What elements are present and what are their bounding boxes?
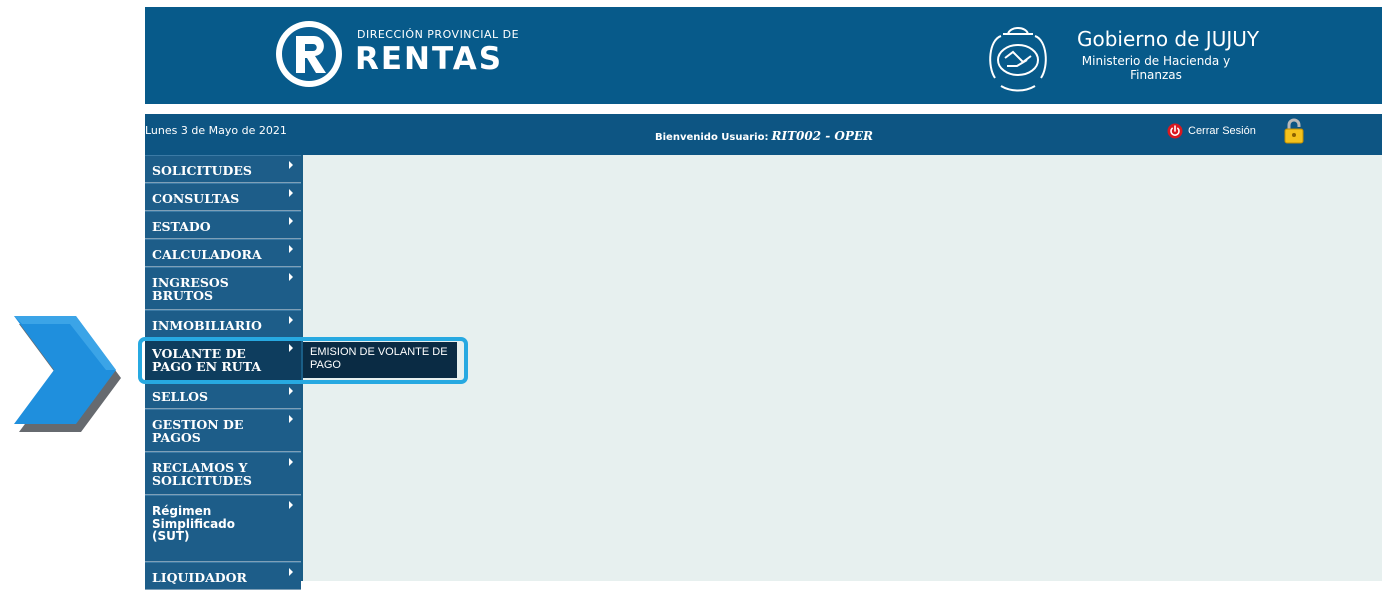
menu-item-reclamos-y-solicitudes[interactable]: RECLAMOS Y SOLICITUDES bbox=[145, 452, 301, 495]
submenu-arrow-icon bbox=[289, 415, 293, 423]
submenu-arrow-icon bbox=[289, 387, 293, 395]
menu-item-label: INGRESOS BRUTOS bbox=[152, 275, 229, 303]
menu-item-label: CONSULTAS bbox=[152, 191, 240, 206]
menu-item-label: SELLOS bbox=[152, 389, 209, 404]
welcome-label: Bienvenido Usuario: bbox=[655, 132, 769, 143]
submenu-arrow-icon bbox=[289, 316, 293, 324]
submenu-arrow-icon bbox=[289, 161, 293, 169]
submenu-arrow-icon bbox=[289, 568, 293, 576]
menu-item-label: GESTION DE PAGOS bbox=[152, 417, 244, 445]
rentas-title: RENTAS bbox=[355, 41, 504, 77]
rentas-r-logo-icon bbox=[276, 21, 342, 87]
menu-item-gestion-de-pagos[interactable]: GESTION DE PAGOS bbox=[145, 409, 301, 452]
menu-item-ingresos-brutos[interactable]: INGRESOS BRUTOS bbox=[145, 267, 301, 310]
chevron-right-icon bbox=[14, 316, 121, 432]
lock-icon[interactable] bbox=[1283, 118, 1305, 144]
menu-item-label: ESTADO bbox=[152, 219, 211, 234]
submenu-arrow-icon bbox=[289, 458, 293, 466]
menu-item-sellos[interactable]: SELLOS bbox=[145, 381, 301, 409]
submenu-arrow-icon bbox=[289, 217, 293, 225]
power-icon bbox=[1167, 123, 1183, 139]
menu-item-consultas[interactable]: CONSULTAS bbox=[145, 183, 301, 211]
header-banner: DIRECCIÓN PROVINCIAL DE RENTAS Gobierno … bbox=[145, 7, 1382, 104]
user-name: RIT002 - OPER bbox=[771, 129, 873, 143]
logout-label: Cerrar Sesión bbox=[1188, 125, 1256, 137]
submenu-arrow-icon bbox=[289, 245, 293, 253]
current-date: Lunes 3 de Mayo de 2021 bbox=[145, 124, 287, 137]
menu-item-label: Régimen Simplificado (SUT) bbox=[152, 504, 236, 543]
gov-subtitle: Ministerio de Hacienda y Finanzas bbox=[1081, 54, 1231, 82]
rentas-subtitle: DIRECCIÓN PROVINCIAL DE bbox=[357, 28, 520, 41]
menu-item-label: INMOBILIARIO bbox=[152, 318, 262, 333]
logout-button[interactable]: Cerrar Sesión bbox=[1167, 120, 1256, 142]
jujuy-emblem-icon bbox=[989, 27, 1047, 92]
menu-item-inmobiliario[interactable]: INMOBILIARIO bbox=[145, 310, 301, 338]
gov-title: Gobierno de JUJUY bbox=[1077, 27, 1260, 51]
menu-item-regimen-simplificado[interactable]: Régimen Simplificado (SUT) bbox=[145, 495, 301, 562]
menu-item-label: RECLAMOS Y SOLICITUDES bbox=[152, 460, 252, 488]
menu-item-label: SOLICITUDES bbox=[152, 163, 252, 178]
highlight-frame bbox=[138, 337, 468, 384]
menu-item-solicitudes[interactable]: SOLICITUDES bbox=[145, 155, 301, 183]
submenu-arrow-icon bbox=[289, 273, 293, 281]
menu-item-calculadora[interactable]: CALCULADORA bbox=[145, 239, 301, 267]
menu-item-liquidador[interactable]: LIQUIDADOR bbox=[145, 562, 301, 590]
status-bar: Lunes 3 de Mayo de 2021 Bienvenido Usuar… bbox=[145, 114, 1382, 155]
menu-item-estado[interactable]: ESTADO bbox=[145, 211, 301, 239]
welcome-message: Bienvenido Usuario: RIT002 - OPER bbox=[655, 129, 873, 143]
submenu-arrow-icon bbox=[289, 189, 293, 197]
menu-item-label: CALCULADORA bbox=[152, 247, 262, 262]
submenu-arrow-icon bbox=[289, 501, 293, 509]
menu-item-label: LIQUIDADOR bbox=[152, 570, 247, 585]
